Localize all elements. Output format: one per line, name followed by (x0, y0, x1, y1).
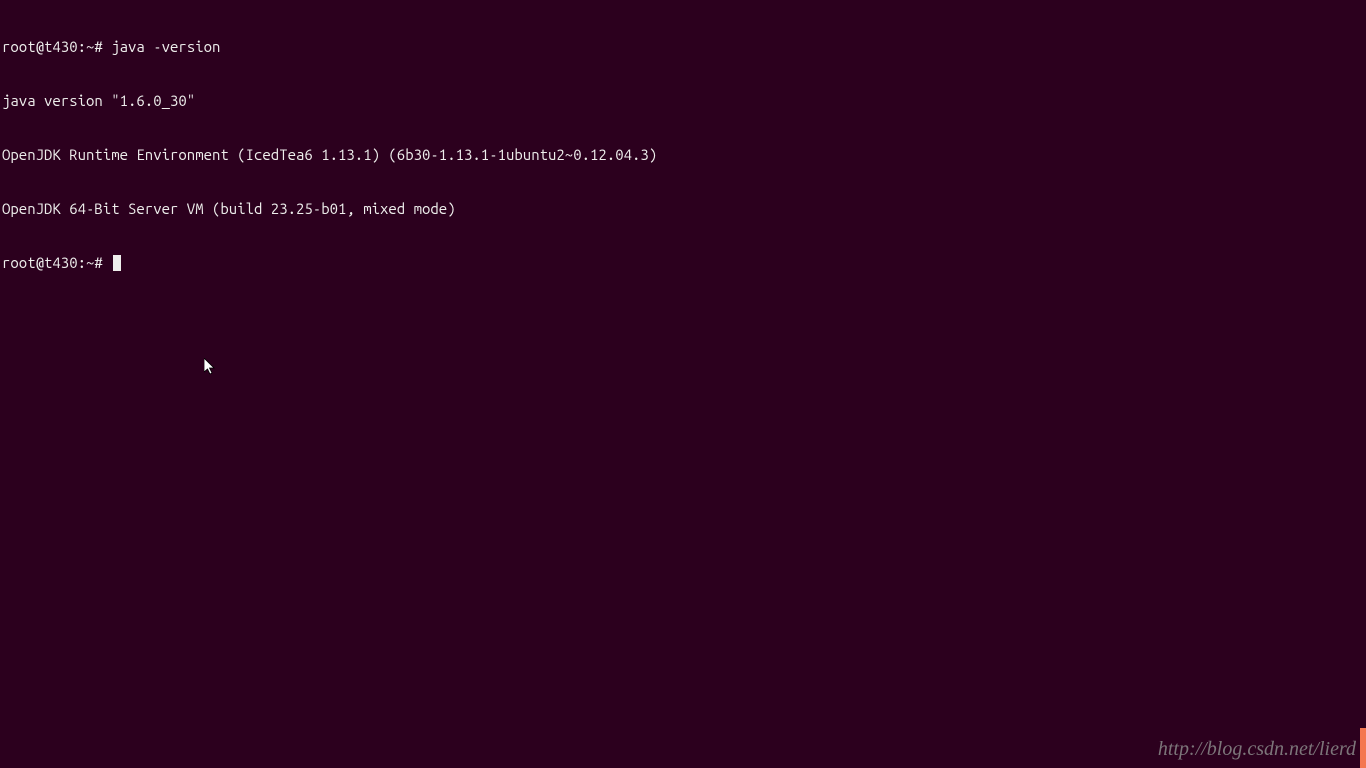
terminal-output-line: OpenJDK 64-Bit Server VM (build 23.25-b0… (2, 200, 1364, 218)
watermark-text: http://blog.csdn.net/lierd (1158, 740, 1356, 758)
terminal-cursor (113, 255, 121, 271)
shell-prompt: root@t430:~# (2, 254, 103, 271)
scrollbar-indicator (1360, 728, 1366, 768)
shell-prompt: root@t430:~# (2, 38, 103, 55)
mouse-pointer-icon (204, 358, 216, 376)
terminal-output-line: OpenJDK Runtime Environment (IcedTea6 1.… (2, 146, 1364, 164)
terminal-window[interactable]: root@t430:~# java -version java version … (0, 0, 1366, 292)
shell-command (103, 254, 111, 271)
shell-command: java -version (103, 38, 221, 55)
terminal-output-line: java version "1.6.0_30" (2, 92, 1364, 110)
terminal-line: root@t430:~# java -version (2, 38, 1364, 56)
terminal-line: root@t430:~# (2, 254, 1364, 272)
